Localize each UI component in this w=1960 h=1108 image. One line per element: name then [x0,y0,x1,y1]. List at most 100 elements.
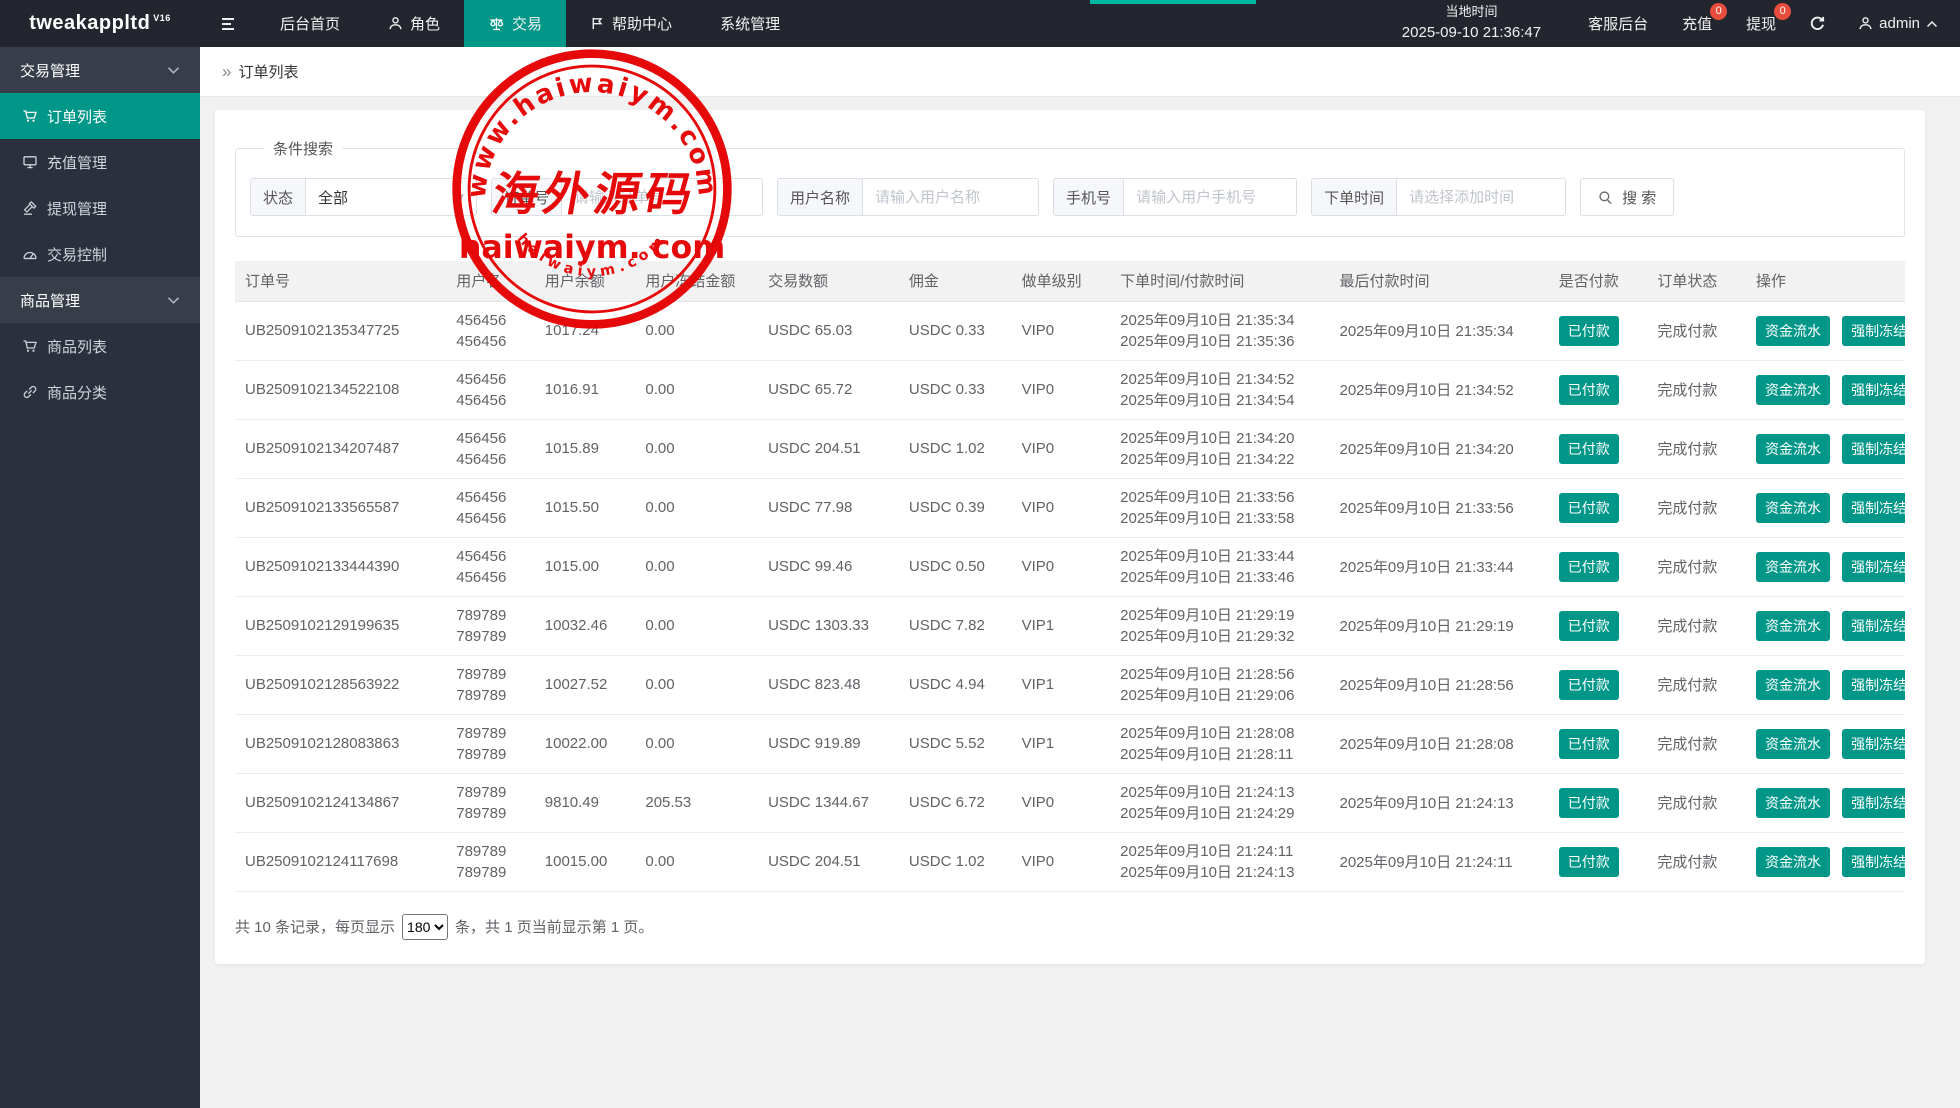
refresh-button[interactable] [1793,0,1842,47]
sidebar-group-trade-management[interactable]: 交易管理 [0,47,200,93]
cell-paid: 已付款 [1549,478,1648,537]
cell-commission: USDC 0.39 [899,478,1012,537]
sidebar-item-product-list[interactable]: 商品列表 [0,323,200,369]
sidebar-item-product-category[interactable]: 商品分类 [0,369,200,415]
paid-status-badge: 已付款 [1559,316,1619,346]
cell-last-pay-time: 2025年09月10日 21:34:20 [1329,419,1548,478]
sidebar-item-withdraw-management[interactable]: 提现管理 [0,185,200,231]
cell-status: 完成付款 [1647,478,1746,537]
sidebar: 交易管理 订单列表 充值管理 提现管理 交易控制 商品管理 商品列表 商品分类 [0,47,200,1108]
force-freeze-button[interactable]: 强制冻结 [1842,434,1905,464]
cell-order-no: UB2509102124117698 [235,832,446,891]
content-card: 条件搜索 状态 全部 ▼ 订单号 用户名称 [215,110,1925,964]
status-select[interactable]: 全部 ▼ [306,179,476,215]
sidebar-group-label: 商品管理 [20,290,80,311]
sidebar-item-label: 提现管理 [47,198,107,219]
force-freeze-button[interactable]: 强制冻结 [1842,316,1905,346]
username-line: 456456 [456,331,525,352]
sidebar-item-label: 交易控制 [47,244,107,265]
fund-flow-button[interactable]: 资金流水 [1756,788,1830,818]
navbar-right: 当地时间 2025-09-10 21:36:47 客服后台 充值 0 提现 0 … [1402,0,1960,47]
fund-flow-button[interactable]: 资金流水 [1756,316,1830,346]
search-panel-legend: 条件搜索 [264,138,342,159]
sidebar-item-label: 订单列表 [47,106,107,127]
cell-frozen: 0.00 [635,419,758,478]
cell-paid: 已付款 [1549,832,1648,891]
force-freeze-button[interactable]: 强制冻结 [1842,670,1905,700]
cell-level: VIP0 [1012,832,1111,891]
nav-item-help[interactable]: 帮助中心 [566,0,696,47]
force-freeze-button[interactable]: 强制冻结 [1842,552,1905,582]
paid-status-badge: 已付款 [1559,434,1619,464]
nav-item-system[interactable]: 系统管理 [696,0,804,47]
fund-flow-button[interactable]: 资金流水 [1756,552,1830,582]
col-order-no: 订单号 [235,261,446,301]
sidebar-item-recharge-management[interactable]: 充值管理 [0,139,200,185]
order-time-input[interactable] [1397,179,1565,215]
username-input[interactable] [863,179,1038,215]
cell-username: 789789 789789 [446,596,535,655]
paid-status-badge: 已付款 [1559,493,1619,523]
username-line: 789789 [456,664,525,685]
cell-order-no: UB2509102133565587 [235,478,446,537]
cell-last-pay-time: 2025年09月10日 21:28:56 [1329,655,1548,714]
fund-flow-button[interactable]: 资金流水 [1756,729,1830,759]
username-line: 456456 [456,546,525,567]
force-freeze-button[interactable]: 强制冻结 [1842,611,1905,641]
sidebar-item-trade-control[interactable]: 交易控制 [0,231,200,277]
sidebar-toggle-button[interactable] [200,0,256,47]
cell-last-pay-time: 2025年09月10日 21:24:11 [1329,832,1548,891]
table-row: UB2509102133565587 456456 456456 1015.50… [235,478,1905,537]
breadcrumb-arrow-icon: » [222,62,231,82]
fund-flow-button[interactable]: 资金流水 [1756,670,1830,700]
per-page-select[interactable]: 180 [402,914,448,940]
sidebar-item-order-list[interactable]: 订单列表 [0,93,200,139]
service-backend-link[interactable]: 客服后台 [1571,0,1665,47]
username-line: 456456 [456,567,525,588]
status-select-value: 全部 [318,187,348,208]
cell-balance: 10027.52 [535,655,636,714]
cell-last-pay-time: 2025年09月10日 21:35:34 [1329,301,1548,360]
force-freeze-button[interactable]: 强制冻结 [1842,375,1905,405]
sidebar-group-product-management[interactable]: 商品管理 [0,277,200,323]
search-button[interactable]: 搜 索 [1580,178,1674,216]
force-freeze-button[interactable]: 强制冻结 [1842,493,1905,523]
table-row: UB2509102128083863 789789 789789 10022.0… [235,714,1905,773]
cell-status: 完成付款 [1647,537,1746,596]
recharge-link[interactable]: 充值 0 [1665,0,1729,47]
phone-filter: 手机号 [1053,178,1297,216]
username-filter: 用户名称 [777,178,1039,216]
pay-time: 2025年09月10日 21:33:58 [1120,508,1319,529]
nav-item-trade[interactable]: 交易 [464,0,566,47]
fund-flow-button[interactable]: 资金流水 [1756,375,1830,405]
cell-amount: USDC 65.03 [758,301,899,360]
order-no-input[interactable] [562,179,762,215]
nav-item-home[interactable]: 后台首页 [256,0,364,47]
sidebar-item-label: 充值管理 [47,152,107,173]
fund-flow-button[interactable]: 资金流水 [1756,493,1830,523]
force-freeze-button[interactable]: 强制冻结 [1842,788,1905,818]
chevron-down-icon [167,66,180,75]
phone-input[interactable] [1124,179,1296,215]
app-logo: tweakappltdV16 [0,0,200,47]
order-time: 2025年09月10日 21:34:20 [1120,428,1319,449]
cell-actions: 资金流水 强制冻结 [1746,537,1905,596]
fund-flow-button[interactable]: 资金流水 [1756,434,1830,464]
pagination-bar: 共 10 条记录，每页显示 180 条，共 1 页当前显示第 1 页。 [235,914,1905,940]
cell-status: 完成付款 [1647,360,1746,419]
force-freeze-button[interactable]: 强制冻结 [1842,729,1905,759]
withdraw-link[interactable]: 提现 0 [1729,0,1793,47]
admin-menu[interactable]: admin [1842,0,1960,47]
fund-flow-button[interactable]: 资金流水 [1756,847,1830,877]
nav-item-role[interactable]: 角色 [364,0,464,47]
force-freeze-button[interactable]: 强制冻结 [1842,847,1905,877]
fund-flow-button[interactable]: 资金流水 [1756,611,1830,641]
scales-icon [488,16,505,32]
refresh-icon [1809,15,1826,32]
cell-status: 完成付款 [1647,714,1746,773]
cell-commission: USDC 1.02 [899,419,1012,478]
username-line: 789789 [456,723,525,744]
username-line: 456456 [456,487,525,508]
cell-order-no: UB2509102134522108 [235,360,446,419]
loading-progress-bar [1090,0,1256,4]
